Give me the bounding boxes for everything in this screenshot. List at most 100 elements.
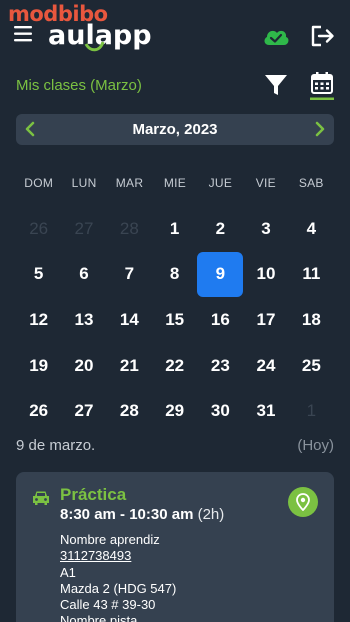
calendar-day-number: 2 — [215, 218, 226, 238]
watermark: modbibo — [8, 2, 108, 26]
calendar-day[interactable]: 15 — [152, 297, 197, 343]
calendar-day[interactable]: 26 — [16, 388, 61, 434]
car-icon — [33, 491, 49, 505]
track-name: Nombre pista — [60, 613, 138, 622]
calendar-day[interactable]: 24 — [243, 343, 288, 389]
calendar-day[interactable]: 3 — [243, 206, 288, 252]
calendar-day-number: 26 — [29, 401, 49, 421]
weekday-label: LUN — [71, 176, 97, 190]
calendar-day-number: 7 — [124, 264, 135, 284]
calendar-day[interactable]: 21 — [107, 343, 152, 389]
class-type: Práctica — [60, 485, 127, 504]
calendar-day-number: 24 — [256, 355, 276, 375]
calendar-day[interactable]: 31 — [243, 388, 288, 434]
calendar-day[interactable]: 27 — [61, 388, 106, 434]
calendar-day-number: 19 — [29, 355, 49, 375]
map-pin-icon — [296, 493, 310, 511]
chevron-right-icon[interactable] — [312, 121, 328, 137]
month-label: Marzo, 2023 — [132, 121, 218, 138]
class-time: 8:30 am - 10:30 am (2h) — [60, 506, 224, 523]
calendar-day[interactable]: 7 — [107, 252, 152, 298]
weekday-header: DOM LUN MAR MIE JUE VIE SAB — [16, 176, 334, 192]
weekday-label: SAB — [298, 176, 324, 190]
calendar-icon[interactable] — [310, 71, 334, 101]
calendar-day-number: 18 — [301, 309, 321, 329]
calendar-day[interactable]: 29 — [152, 388, 197, 434]
weekday-label: MIE — [163, 176, 187, 190]
class-details: Nombre aprendiz 3112738493 A1 Mazda 2 (H… — [60, 532, 176, 622]
student-phone-link[interactable]: 3112738493 — [60, 548, 176, 564]
calendar-day-number: 13 — [74, 309, 94, 329]
calendar-day-number: 27 — [74, 401, 94, 421]
calendar-day[interactable]: 10 — [243, 252, 288, 298]
class-time-range: 8:30 am - 10:30 am — [60, 506, 194, 523]
calendar-day[interactable]: 4 — [289, 206, 334, 252]
month-navigator: Marzo, 2023 — [16, 114, 334, 145]
calendar-day[interactable]: 5 — [16, 252, 61, 298]
calendar-day[interactable]: 17 — [243, 297, 288, 343]
calendar-day: 27 — [61, 206, 106, 252]
calendar-day-number: 16 — [210, 309, 230, 329]
weekday-label: DOM — [24, 176, 54, 190]
calendar-grid: 26 27 28 1 2 3 4 5 6 7 8 9 10 11 12 13 14 15 16 17 18 19 20 21 2… — [16, 206, 334, 434]
calendar-day-number: 11 — [302, 264, 321, 284]
calendar-day-number: 29 — [165, 401, 185, 421]
calendar-day-number: 17 — [256, 309, 276, 329]
calendar-day-number: 28 — [119, 401, 139, 421]
calendar-day-number: 21 — [119, 355, 139, 375]
student-name: Nombre aprendiz — [60, 532, 160, 547]
calendar-day-number: 15 — [165, 309, 185, 329]
calendar-day[interactable]: 11 — [289, 252, 334, 298]
calendar-day[interactable]: 6 — [61, 252, 106, 298]
calendar-day-number: 5 — [33, 264, 44, 284]
calendar-day[interactable]: 25 — [289, 343, 334, 389]
location-button[interactable] — [288, 487, 318, 517]
class-duration: (2h) — [197, 506, 225, 523]
calendar-day-number: 28 — [119, 218, 139, 238]
license-category: A1 — [60, 564, 76, 580]
calendar-day-number: 1 — [169, 218, 180, 238]
calendar-day[interactable]: 16 — [197, 297, 243, 343]
calendar-day-number: 9 — [197, 251, 244, 297]
logout-icon[interactable] — [310, 24, 336, 48]
calendar-day-number: 25 — [301, 355, 321, 375]
cloud-check-icon[interactable] — [262, 26, 290, 46]
calendar-day-number: 26 — [29, 218, 49, 238]
calendar-day-number: 30 — [210, 401, 230, 421]
calendar-day-number: 4 — [306, 218, 317, 238]
calendar-day[interactable]: 8 — [152, 252, 197, 298]
calendar-day-number: 10 — [256, 264, 276, 284]
calendar-day[interactable]: 1 — [152, 206, 197, 252]
calendar-day: 26 — [16, 206, 61, 252]
calendar-day[interactable]: 28 — [107, 388, 152, 434]
weekday-label: VIE — [255, 176, 276, 190]
calendar-day[interactable]: 14 — [107, 297, 152, 343]
calendar-day-number: 8 — [169, 264, 180, 284]
calendar-day[interactable]: 19 — [16, 343, 61, 389]
calendar-day[interactable]: 12 — [16, 297, 61, 343]
calendar-day: 28 — [107, 206, 152, 252]
filter-icon[interactable] — [264, 73, 288, 97]
calendar-day[interactable]: 23 — [197, 343, 243, 389]
calendar-day: 1 — [289, 388, 334, 434]
calendar-day-number: 6 — [79, 264, 89, 284]
calendar-day-number: 23 — [210, 355, 230, 375]
selected-date-label: 9 de marzo. — [16, 437, 96, 454]
calendar-day-number: 3 — [261, 218, 271, 238]
calendar-day-number: 14 — [119, 309, 139, 329]
hamburger-menu-icon[interactable] — [14, 25, 36, 43]
calendar-day-number: 12 — [29, 309, 49, 329]
calendar-day-number: 20 — [74, 355, 94, 375]
address: Calle 43 # 39-30 — [60, 597, 156, 613]
calendar-day[interactable]: 22 — [152, 343, 197, 389]
calendar-day[interactable]: 20 — [61, 343, 106, 389]
page-title: Mis clases (Marzo) — [16, 77, 142, 94]
calendar-day[interactable]: 18 — [289, 297, 334, 343]
selected-date-row: 9 de marzo. (Hoy) — [16, 437, 334, 455]
calendar-day[interactable]: 13 — [61, 297, 106, 343]
calendar-day-selected[interactable]: 9 — [197, 251, 244, 298]
calendar-day[interactable]: 30 — [197, 388, 243, 434]
class-card[interactable]: Práctica 8:30 am - 10:30 am (2h) Nombre … — [16, 472, 334, 622]
today-tag: (Hoy) — [297, 437, 334, 454]
calendar-day[interactable]: 2 — [197, 206, 243, 252]
